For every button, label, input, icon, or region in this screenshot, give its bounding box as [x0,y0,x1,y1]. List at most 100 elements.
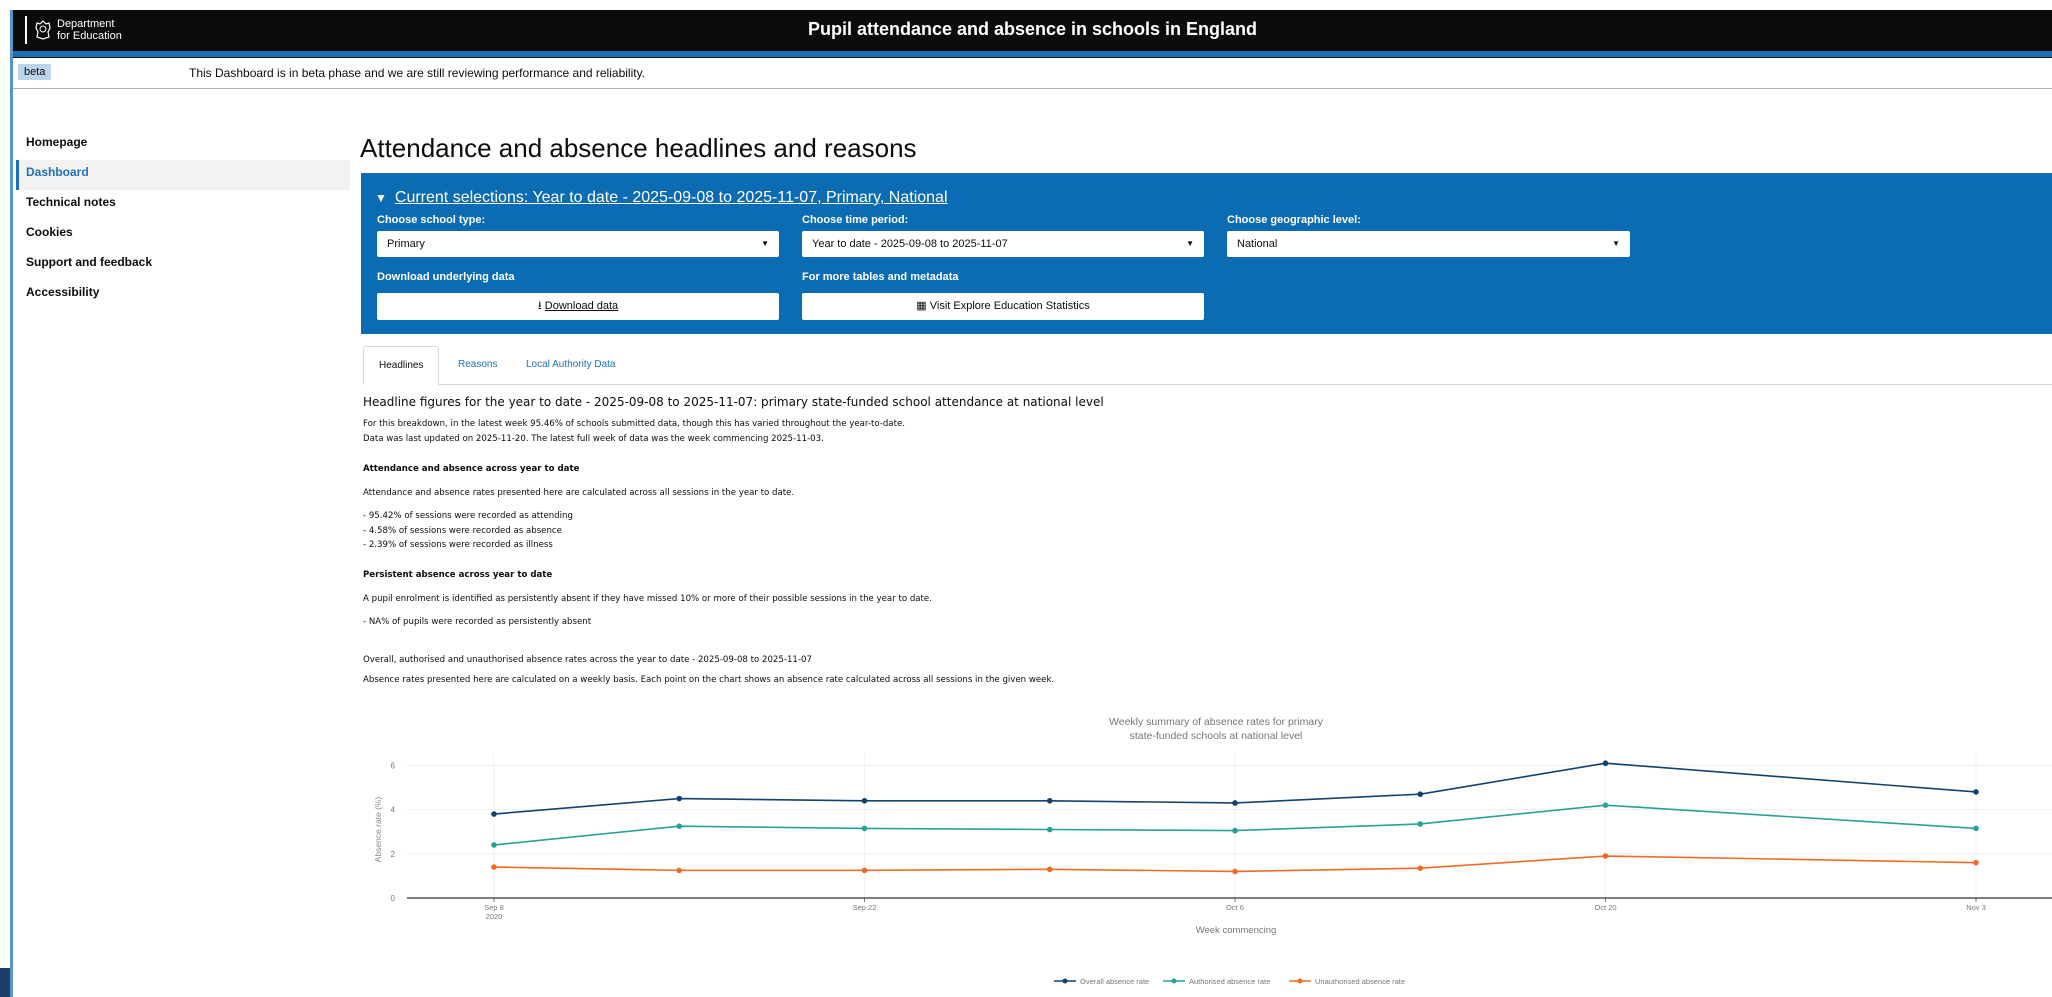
axes: 0 2 4 6 Sep 82020 Sep 22 Oct 6 Oct 20 Nov 3 [391,761,2052,921]
legend: Overall absence rate Authorised absence r… [1054,977,1405,986]
chart-title-line2: state-funded schools at national level [1130,730,1303,742]
download-icon: ⭳ [537,300,542,312]
data-point[interactable] [1232,800,1238,806]
legend-label[interactable]: Authorised absence rate [1189,977,1270,986]
selections-panel: ▼ Current selections: Year to date - 2025… [361,173,2052,334]
data-point[interactable] [491,842,497,848]
persistent-stat: - NA% of pupils were recorded as persist… [363,617,592,627]
data-point[interactable] [1602,802,1609,808]
data-point[interactable] [861,867,868,874]
data-point[interactable] [861,797,868,804]
persistent-desc: A pupil enrolment is identified as persi… [363,594,932,604]
data-point[interactable] [1232,827,1238,834]
legend-marker [1062,978,1068,984]
data-point[interactable] [1973,859,1979,866]
tab-local-authority-data[interactable]: Local Authority Data [511,346,631,385]
legend-label[interactable]: Unauthorised absence rate [1315,977,1405,986]
school-type-value: Primary [387,238,425,250]
time-period-value: Year to date - 2025-09-08 to 2025-11-07 [812,238,1008,250]
nav-item-support-feedback[interactable]: Support and feedback [16,250,350,280]
left-border [10,10,13,997]
caret-down-icon: ▼ [761,239,769,248]
tab-bar: Headlines Reasons Local Authority Data [363,346,2052,385]
persistent-heading: Persistent absence across year to date [363,570,553,580]
nav-item-cookies[interactable]: Cookies [16,220,350,250]
x-tick-label: Nov 3 [1966,903,1986,912]
tab-headlines[interactable]: Headlines [363,346,440,385]
legend-marker [1171,978,1177,984]
beta-message: This Dashboard is in beta phase and we a… [189,66,646,80]
data-point[interactable] [1602,853,1609,859]
chart-title-line1: Weekly summary of absence rates for prim… [1109,716,1324,728]
data-point[interactable] [1046,866,1053,873]
data-point[interactable] [1046,826,1053,833]
absence-stat: - 4.58% of sessions were recorded as abs… [363,526,562,536]
geo-level-label: Choose geographic level: [1227,214,1361,226]
school-type-select[interactable]: Primary ▼ [377,231,779,257]
data-point[interactable] [676,867,683,874]
y-tick-label: 4 [391,806,396,815]
nav-item-homepage[interactable]: Homepage [16,130,350,160]
selections-toggle[interactable]: ▼ Current selections: Year to date - 2025… [375,189,948,207]
school-type-label: Choose school type: [377,214,486,226]
selections-summary: Current selections: Year to date - 2025-… [394,189,948,206]
y-tick-label: 2 [391,850,396,859]
beta-banner: beta This Dashboard is in beta phase and… [13,57,2052,89]
download-button-label: Download data [544,300,619,312]
updated-note: Data was last updated on 2025-11-20. The… [363,434,824,444]
grid [407,753,2052,898]
y-tick-label: 0 [391,894,396,903]
download-data-button[interactable]: ⭳ Download data [377,293,779,320]
x-tick-label: Oct 20 [1594,903,1616,912]
legend-label[interactable]: Overall absence rate [1080,977,1149,986]
data-point[interactable] [676,795,683,802]
explore-statistics-button[interactable]: ▦ Visit Explore Education Statistics [802,293,1204,320]
y-axis-label: Absence rate (%) [373,796,383,862]
x-tick-label: Oct 6 [1226,903,1244,912]
triangle-down-icon: ▼ [375,191,387,205]
corner-marker [0,968,10,997]
rates-desc: Absence rates presented here are calcula… [363,675,1055,685]
absence-rates-chart: Weekly summary of absence rates for prim… [363,705,2052,997]
x-tick-label: Sep 22 [853,903,877,912]
nav-item-dashboard[interactable]: Dashboard [16,160,350,190]
nav-item-technical-notes[interactable]: Technical notes [16,190,350,220]
download-label: Download underlying data [377,271,515,283]
breakdown-note: For this breakdown, in the latest week 9… [363,419,905,429]
caret-down-icon: ▼ [1186,239,1194,248]
y-tick-label: 6 [391,761,396,770]
caret-down-icon: ▼ [1612,239,1620,248]
headline-heading: Headline figures for the year to date - … [363,395,1104,409]
attending-stat: - 95.42% of sessions were recorded as at… [363,511,573,521]
chart-svg: Weekly summary of absence rates for prim… [373,716,2052,986]
data-point[interactable] [861,825,868,832]
data-point[interactable] [491,811,497,817]
data-point[interactable] [1602,760,1609,767]
more-tables-label: For more tables and metadata [802,271,959,283]
geo-level-select[interactable]: National ▼ [1227,231,1630,257]
data-point[interactable] [1232,868,1238,875]
data-point[interactable] [1973,789,1979,795]
rates-heading: Overall, authorised and unauthorised abs… [363,655,812,665]
data-point[interactable] [491,864,497,870]
time-period-select[interactable]: Year to date - 2025-09-08 to 2025-11-07 … [802,231,1204,257]
nav-item-accessibility[interactable]: Accessibility [16,280,350,310]
x-axis-label: Week commencing [1196,925,1277,936]
data-point[interactable] [676,823,683,829]
attendance-heading: Attendance and absence across year to da… [363,464,580,474]
x-tick-sublabel: 2020 [486,912,503,921]
table-icon: ▦ [916,300,927,312]
illness-stat: - 2.39% of sessions were recorded as ill… [363,540,553,550]
explore-button-label: Visit Explore Education Statistics [929,300,1090,312]
data-point[interactable] [1417,791,1424,797]
data-point[interactable] [1973,825,1979,832]
beta-tag: beta [18,64,52,80]
data-point[interactable] [1417,821,1424,827]
attendance-desc: Attendance and absence rates presented h… [363,488,795,498]
page-title: Attendance and absence headlines and rea… [360,133,917,163]
tab-reasons[interactable]: Reasons [443,346,512,385]
data-point[interactable] [1046,797,1053,804]
x-tick-label: Sep 8 [484,903,504,912]
data-point[interactable] [1417,865,1424,871]
legend-marker [1297,978,1303,984]
